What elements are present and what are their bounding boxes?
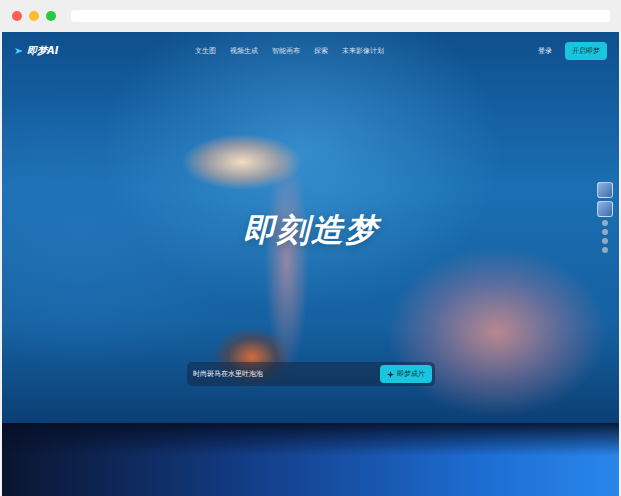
nav-links: 文生图 视频生成 智能画布 探索 未来影像计划 [195, 46, 384, 56]
thumbnail-dot[interactable] [602, 238, 608, 244]
logo[interactable]: 即梦AI [14, 44, 58, 58]
top-nav: 即梦AI 文生图 视频生成 智能画布 探索 未来影像计划 登录 开启即梦 [2, 32, 619, 62]
generate-label[interactable]: 即梦成片 [397, 369, 425, 379]
nav-item[interactable]: 智能画布 [272, 46, 300, 56]
login-link[interactable]: 登录 [538, 46, 552, 56]
address-bar[interactable] [71, 10, 610, 22]
thumbnail-strip [597, 182, 613, 253]
browser-bar [0, 0, 621, 32]
nav-item[interactable]: 文生图 [195, 46, 216, 56]
minimize-dot[interactable] [29, 11, 39, 21]
logo-text[interactable]: 即梦AI [27, 44, 58, 58]
zoom-dot[interactable] [46, 11, 56, 21]
start-button[interactable]: 开启即梦 [565, 42, 607, 60]
generate-button[interactable]: 即梦成片 [380, 365, 432, 383]
thumbnail[interactable] [597, 201, 613, 217]
prompt-text[interactable]: 时尚斑马在水里吐泡泡 [193, 369, 374, 379]
lower-section [2, 423, 619, 496]
page: 即梦AI 文生图 视频生成 智能画布 探索 未来影像计划 登录 开启即梦即刻造梦时尚斑马在水里… [0, 0, 621, 496]
close-dot[interactable] [12, 11, 22, 21]
prompt-box[interactable]: 时尚斑马在水里吐泡泡 即梦成片 [187, 362, 435, 386]
nav-item[interactable]: 探索 [314, 46, 328, 56]
sparkle-icon [387, 371, 394, 378]
nav-item[interactable]: 未来影像计划 [342, 46, 384, 56]
hero-banner: 即梦AI 文生图 视频生成 智能画布 探索 未来影像计划 登录 开启即梦即刻造梦时尚斑马在水里… [2, 32, 619, 423]
thumbnail-dot[interactable] [602, 220, 608, 226]
account-area: 登录 开启即梦 [538, 42, 607, 60]
thumbnail-dot[interactable] [602, 229, 608, 235]
logo-icon [14, 46, 24, 56]
thumbnail[interactable] [597, 182, 613, 198]
hero-title: 即刻造梦 [243, 210, 379, 250]
thumbnail-dot[interactable] [602, 247, 608, 253]
nav-item[interactable]: 视频生成 [230, 46, 258, 56]
